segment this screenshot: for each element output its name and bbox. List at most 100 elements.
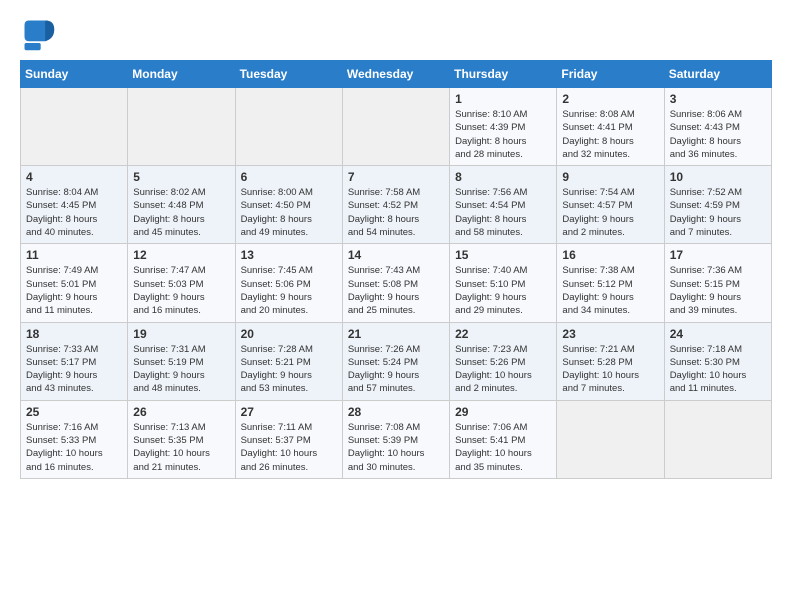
logo-icon [20, 16, 56, 52]
calendar-body: 1 Sunrise: 8:10 AMSunset: 4:39 PMDaylight… [21, 88, 772, 479]
calendar-cell: 17 Sunrise: 7:36 AMSunset: 5:15 PMDayligh… [664, 244, 771, 322]
calendar-cell: 29 Sunrise: 7:06 AMSunset: 5:41 PMDayligh… [450, 400, 557, 478]
day-info: Sunrise: 7:38 AMSunset: 5:12 PMDaylight:… [562, 264, 658, 317]
weekday-header-saturday: Saturday [664, 61, 771, 88]
calendar-cell [235, 88, 342, 166]
calendar-cell: 23 Sunrise: 7:21 AMSunset: 5:28 PMDayligh… [557, 322, 664, 400]
header [20, 16, 772, 52]
calendar-cell: 6 Sunrise: 8:00 AMSunset: 4:50 PMDaylight… [235, 166, 342, 244]
calendar-cell: 24 Sunrise: 7:18 AMSunset: 5:30 PMDayligh… [664, 322, 771, 400]
day-number: 26 [133, 405, 229, 419]
calendar-week-5: 25 Sunrise: 7:16 AMSunset: 5:33 PMDayligh… [21, 400, 772, 478]
day-number: 11 [26, 248, 122, 262]
calendar-cell [664, 400, 771, 478]
calendar-cell [128, 88, 235, 166]
calendar-table: SundayMondayTuesdayWednesdayThursdayFrid… [20, 60, 772, 479]
weekday-header-tuesday: Tuesday [235, 61, 342, 88]
weekday-header-row: SundayMondayTuesdayWednesdayThursdayFrid… [21, 61, 772, 88]
weekday-header-friday: Friday [557, 61, 664, 88]
day-number: 15 [455, 248, 551, 262]
day-info: Sunrise: 7:13 AMSunset: 5:35 PMDaylight:… [133, 421, 229, 474]
day-info: Sunrise: 8:08 AMSunset: 4:41 PMDaylight:… [562, 108, 658, 161]
day-number: 19 [133, 327, 229, 341]
calendar-cell: 22 Sunrise: 7:23 AMSunset: 5:26 PMDayligh… [450, 322, 557, 400]
day-number: 14 [348, 248, 444, 262]
calendar-cell: 8Sunrise: 7:56 AMSunset: 4:54 PMDaylight… [450, 166, 557, 244]
day-number: 17 [670, 248, 766, 262]
calendar-week-1: 1 Sunrise: 8:10 AMSunset: 4:39 PMDaylight… [21, 88, 772, 166]
day-info: Sunrise: 7:45 AMSunset: 5:06 PMDaylight:… [241, 264, 337, 317]
day-info: Sunrise: 7:31 AMSunset: 5:19 PMDaylight:… [133, 343, 229, 396]
weekday-header-monday: Monday [128, 61, 235, 88]
calendar-cell: 27 Sunrise: 7:11 AMSunset: 5:37 PMDayligh… [235, 400, 342, 478]
day-number: 2 [562, 92, 658, 106]
calendar-cell: 3 Sunrise: 8:06 AMSunset: 4:43 PMDaylight… [664, 88, 771, 166]
day-number: 18 [26, 327, 122, 341]
day-number: 5 [133, 170, 229, 184]
day-number: 22 [455, 327, 551, 341]
day-number: 20 [241, 327, 337, 341]
day-number: 25 [26, 405, 122, 419]
calendar-cell: 18 Sunrise: 7:33 AMSunset: 5:17 PMDayligh… [21, 322, 128, 400]
calendar-cell: 16 Sunrise: 7:38 AMSunset: 5:12 PMDayligh… [557, 244, 664, 322]
day-info: Sunrise: 8:02 AMSunset: 4:48 PMDaylight:… [133, 186, 229, 239]
day-info: Sunrise: 7:36 AMSunset: 5:15 PMDaylight:… [670, 264, 766, 317]
calendar-week-2: 4 Sunrise: 8:04 AMSunset: 4:45 PMDaylight… [21, 166, 772, 244]
day-info: Sunrise: 7:16 AMSunset: 5:33 PMDaylight:… [26, 421, 122, 474]
day-number: 28 [348, 405, 444, 419]
day-number: 1 [455, 92, 551, 106]
day-info: Sunrise: 7:28 AMSunset: 5:21 PMDaylight:… [241, 343, 337, 396]
weekday-header-sunday: Sunday [21, 61, 128, 88]
calendar-cell: 26 Sunrise: 7:13 AMSunset: 5:35 PMDayligh… [128, 400, 235, 478]
calendar-cell: 5 Sunrise: 8:02 AMSunset: 4:48 PMDaylight… [128, 166, 235, 244]
calendar-cell: 19 Sunrise: 7:31 AMSunset: 5:19 PMDayligh… [128, 322, 235, 400]
day-info: Sunrise: 8:10 AMSunset: 4:39 PMDaylight:… [455, 108, 551, 161]
calendar-week-3: 11 Sunrise: 7:49 AMSunset: 5:01 PMDayligh… [21, 244, 772, 322]
calendar-cell: 25 Sunrise: 7:16 AMSunset: 5:33 PMDayligh… [21, 400, 128, 478]
calendar-cell: 20 Sunrise: 7:28 AMSunset: 5:21 PMDayligh… [235, 322, 342, 400]
calendar-cell [342, 88, 449, 166]
day-number: 29 [455, 405, 551, 419]
calendar-cell [21, 88, 128, 166]
day-info: Sunrise: 7:23 AMSunset: 5:26 PMDaylight:… [455, 343, 551, 396]
day-info: Sunrise: 7:06 AMSunset: 5:41 PMDaylight:… [455, 421, 551, 474]
calendar-cell: 21Sunrise: 7:26 AMSunset: 5:24 PMDayligh… [342, 322, 449, 400]
day-info: Sunrise: 7:54 AMSunset: 4:57 PMDaylight:… [562, 186, 658, 239]
day-info: Sunrise: 8:04 AMSunset: 4:45 PMDaylight:… [26, 186, 122, 239]
day-number: 27 [241, 405, 337, 419]
page-container: SundayMondayTuesdayWednesdayThursdayFrid… [0, 0, 792, 489]
calendar-cell: 2 Sunrise: 8:08 AMSunset: 4:41 PMDaylight… [557, 88, 664, 166]
day-info: Sunrise: 7:11 AMSunset: 5:37 PMDaylight:… [241, 421, 337, 474]
day-number: 23 [562, 327, 658, 341]
weekday-header-thursday: Thursday [450, 61, 557, 88]
logo [20, 16, 62, 52]
day-info: Sunrise: 7:58 AMSunset: 4:52 PMDaylight:… [348, 186, 444, 239]
day-info: Sunrise: 7:21 AMSunset: 5:28 PMDaylight:… [562, 343, 658, 396]
day-info: Sunrise: 7:52 AMSunset: 4:59 PMDaylight:… [670, 186, 766, 239]
calendar-cell: 7Sunrise: 7:58 AMSunset: 4:52 PMDaylight… [342, 166, 449, 244]
day-info: Sunrise: 7:18 AMSunset: 5:30 PMDaylight:… [670, 343, 766, 396]
day-number: 9 [562, 170, 658, 184]
day-number: 4 [26, 170, 122, 184]
calendar-cell: 9 Sunrise: 7:54 AMSunset: 4:57 PMDaylight… [557, 166, 664, 244]
day-number: 3 [670, 92, 766, 106]
day-info: Sunrise: 8:00 AMSunset: 4:50 PMDaylight:… [241, 186, 337, 239]
day-number: 6 [241, 170, 337, 184]
day-number: 24 [670, 327, 766, 341]
day-number: 13 [241, 248, 337, 262]
day-info: Sunrise: 8:06 AMSunset: 4:43 PMDaylight:… [670, 108, 766, 161]
calendar-cell: 28 Sunrise: 7:08 AMSunset: 5:39 PMDayligh… [342, 400, 449, 478]
calendar-cell: 14 Sunrise: 7:43 AMSunset: 5:08 PMDayligh… [342, 244, 449, 322]
day-info: Sunrise: 7:56 AMSunset: 4:54 PMDaylight:… [455, 186, 551, 239]
calendar-header: SundayMondayTuesdayWednesdayThursdayFrid… [21, 61, 772, 88]
day-number: 16 [562, 248, 658, 262]
weekday-header-wednesday: Wednesday [342, 61, 449, 88]
day-info: Sunrise: 7:08 AMSunset: 5:39 PMDaylight:… [348, 421, 444, 474]
day-info: Sunrise: 7:49 AMSunset: 5:01 PMDaylight:… [26, 264, 122, 317]
day-info: Sunrise: 7:43 AMSunset: 5:08 PMDaylight:… [348, 264, 444, 317]
calendar-cell: 1 Sunrise: 8:10 AMSunset: 4:39 PMDaylight… [450, 88, 557, 166]
day-info: Sunrise: 7:26 AMSunset: 5:24 PMDaylight:… [348, 343, 444, 396]
day-info: Sunrise: 7:47 AMSunset: 5:03 PMDaylight:… [133, 264, 229, 317]
day-info: Sunrise: 7:33 AMSunset: 5:17 PMDaylight:… [26, 343, 122, 396]
calendar-cell: 11 Sunrise: 7:49 AMSunset: 5:01 PMDayligh… [21, 244, 128, 322]
